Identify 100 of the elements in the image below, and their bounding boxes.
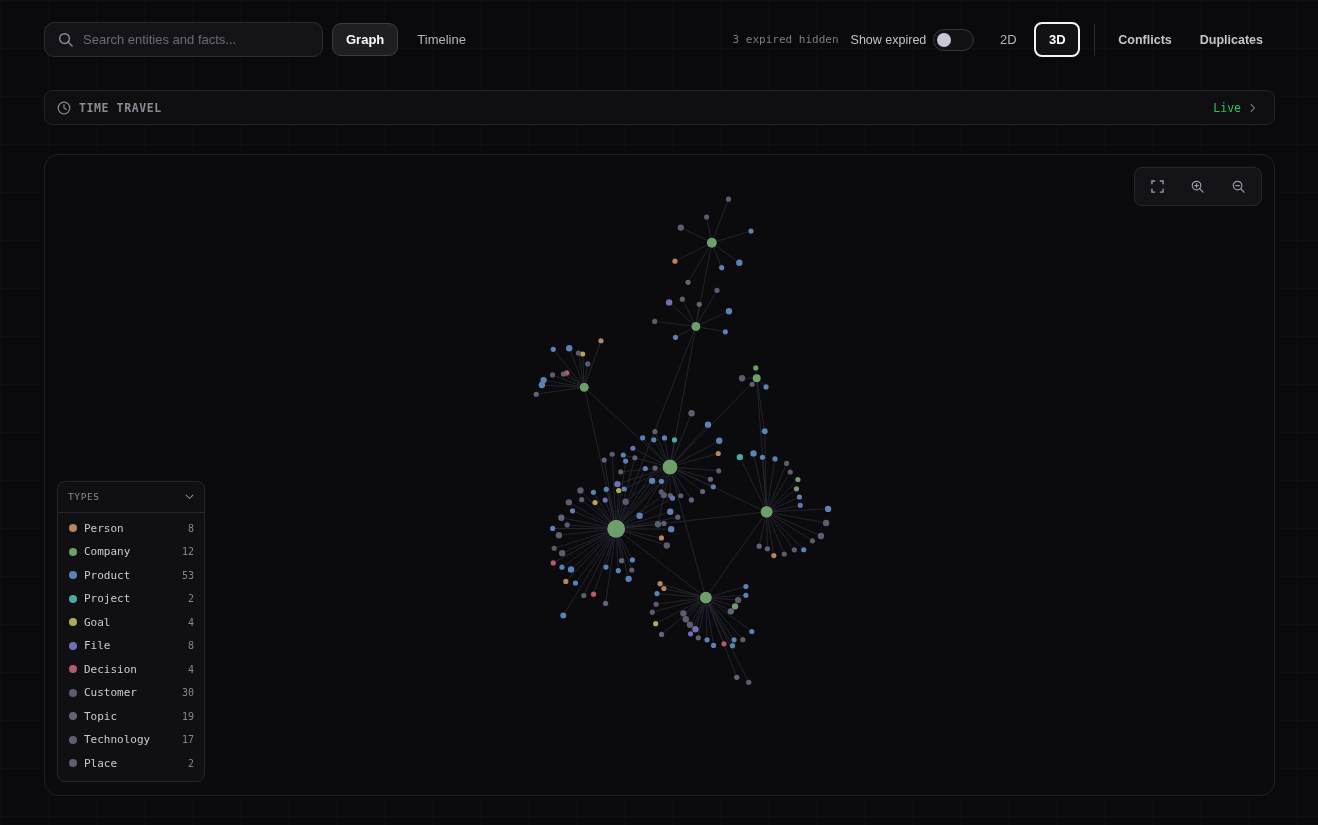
graph-node — [734, 674, 740, 681]
graph-node — [750, 450, 757, 457]
graph-node — [603, 564, 609, 570]
graph-node — [632, 455, 638, 461]
type-label[interactable]: Decision — [84, 662, 188, 676]
type-label[interactable]: Topic — [84, 709, 182, 723]
type-count: 4 — [187, 616, 194, 628]
graph-node — [581, 592, 587, 599]
graph-node — [760, 505, 773, 518]
graph-node — [658, 631, 665, 637]
graph-node — [652, 465, 658, 471]
graph-node — [559, 549, 566, 557]
graph-node — [648, 477, 656, 485]
graph-node — [577, 487, 584, 494]
graph-node — [704, 214, 710, 220]
type-count: 2 — [187, 593, 194, 605]
graph-node — [791, 547, 797, 553]
type-label[interactable]: Goal — [84, 615, 188, 629]
graph-node — [699, 591, 712, 604]
graph-node — [671, 437, 678, 443]
type-label[interactable]: Place — [84, 756, 188, 770]
view-tab[interactable]: Graph — [332, 23, 399, 56]
graph-node — [661, 435, 668, 441]
chevron-right-icon — [1250, 102, 1256, 113]
graph-node — [784, 460, 790, 466]
graph-node — [725, 196, 732, 202]
graph-node — [579, 382, 589, 392]
clock-icon — [57, 100, 71, 115]
live-button[interactable]: Live — [1213, 100, 1256, 115]
graph-node — [672, 334, 679, 340]
type-label[interactable]: Customer — [84, 686, 182, 700]
type-label[interactable]: Technology — [84, 733, 182, 747]
time-travel-title: TIME TRAVEL — [79, 100, 162, 115]
graph-node — [748, 228, 754, 234]
type-label[interactable]: Company — [84, 545, 182, 559]
type-label[interactable]: File — [84, 639, 188, 653]
graph-node — [749, 628, 755, 635]
graph-node — [736, 259, 743, 266]
graph-node — [781, 551, 787, 557]
graph-node — [672, 258, 678, 264]
graph-node — [603, 600, 609, 607]
type-count: 19 — [181, 710, 194, 722]
graph-node — [572, 580, 579, 586]
graph-node — [746, 679, 752, 686]
type-label[interactable]: Product — [84, 568, 182, 582]
graph-node — [706, 237, 717, 248]
graph-node — [759, 454, 766, 460]
graph-node — [609, 451, 615, 457]
chevron-down-icon — [185, 493, 194, 500]
view-tab[interactable]: Timeline — [403, 23, 480, 56]
graph-node — [549, 372, 556, 378]
graph-node — [715, 450, 721, 457]
graph-node — [640, 435, 646, 441]
graph-node — [636, 512, 643, 519]
action-button[interactable]: Duplicates — [1185, 22, 1275, 57]
graph-node — [691, 322, 701, 331]
graph-node — [824, 505, 832, 513]
graph-node — [719, 265, 725, 271]
graph-node — [590, 489, 596, 495]
fullscreen-icon — [1150, 180, 1164, 193]
graph-node — [642, 465, 648, 472]
graph-node — [658, 478, 664, 484]
graph-edge — [700, 327, 723, 332]
show-expired-toggle[interactable] — [933, 28, 975, 51]
graph-node — [550, 560, 556, 566]
graph-node — [738, 375, 746, 382]
graph-node — [753, 365, 759, 371]
types-toggle[interactable]: TYPES — [58, 481, 204, 513]
type-label[interactable]: Person — [84, 521, 188, 535]
action-button[interactable]: Conflicts — [1104, 22, 1186, 57]
graph-node — [630, 445, 636, 451]
graph-node — [793, 486, 800, 492]
graph-node — [801, 547, 807, 553]
type-count: 30 — [181, 687, 194, 699]
graph-node — [602, 497, 608, 503]
type-count: 4 — [187, 663, 194, 675]
dimension-tab[interactable]: 2D — [985, 22, 1032, 57]
graph-node — [603, 486, 609, 492]
graph-node — [563, 578, 569, 585]
type-count: 12 — [181, 546, 194, 558]
graph-node — [707, 476, 714, 482]
graph-node — [625, 575, 632, 582]
graph-node — [716, 468, 722, 474]
graph-node — [559, 564, 565, 570]
type-count: 2 — [187, 757, 194, 769]
search-icon — [58, 32, 73, 47]
search-field[interactable]: Search entities and facts... — [44, 22, 323, 57]
graph-node — [756, 543, 762, 549]
dimension-tab[interactable]: 3D — [1034, 22, 1081, 57]
type-label[interactable]: Project — [84, 592, 188, 606]
graph-node — [550, 346, 556, 352]
graph-node — [740, 637, 746, 643]
graph-node — [652, 429, 658, 435]
graph-node — [653, 621, 659, 627]
graph-node — [607, 519, 626, 538]
graph-node — [761, 428, 768, 435]
graph-node — [585, 361, 591, 367]
graph-node — [787, 469, 793, 475]
graph-node — [622, 498, 629, 505]
show-expired-label: Show expired — [850, 32, 927, 47]
